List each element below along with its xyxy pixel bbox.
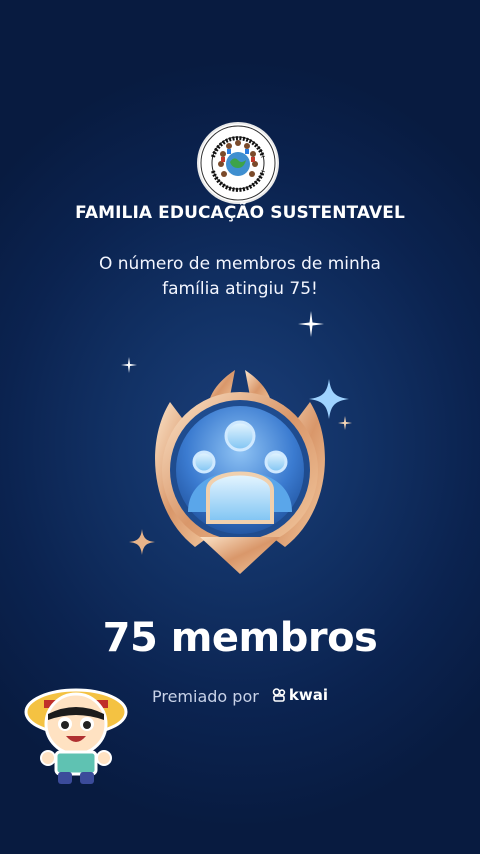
milestone-line-2: família atingiu 75! xyxy=(162,279,318,299)
milestone-line-1: O número de membros de minha xyxy=(99,254,381,274)
members-count-label: 75 membros xyxy=(102,615,378,661)
sparkle-icon xyxy=(298,311,324,337)
family-logo-icon xyxy=(199,124,277,202)
kwai-brand: kwai xyxy=(272,686,328,704)
kwai-logo-icon xyxy=(272,688,286,702)
kwai-brand-label: kwai xyxy=(288,686,329,704)
family-members-badge-icon xyxy=(140,362,340,578)
milestone-message: O número de membros de minha família ati… xyxy=(60,252,420,302)
family-name: FAMILIA EDUCAÇÃO SUSTENTAVEL xyxy=(75,203,405,223)
sparkle-icon xyxy=(121,357,137,373)
sparkle-icon xyxy=(338,416,352,430)
award-prefix: Premiado por xyxy=(151,687,259,706)
anime-character-sticker-icon xyxy=(22,672,130,788)
